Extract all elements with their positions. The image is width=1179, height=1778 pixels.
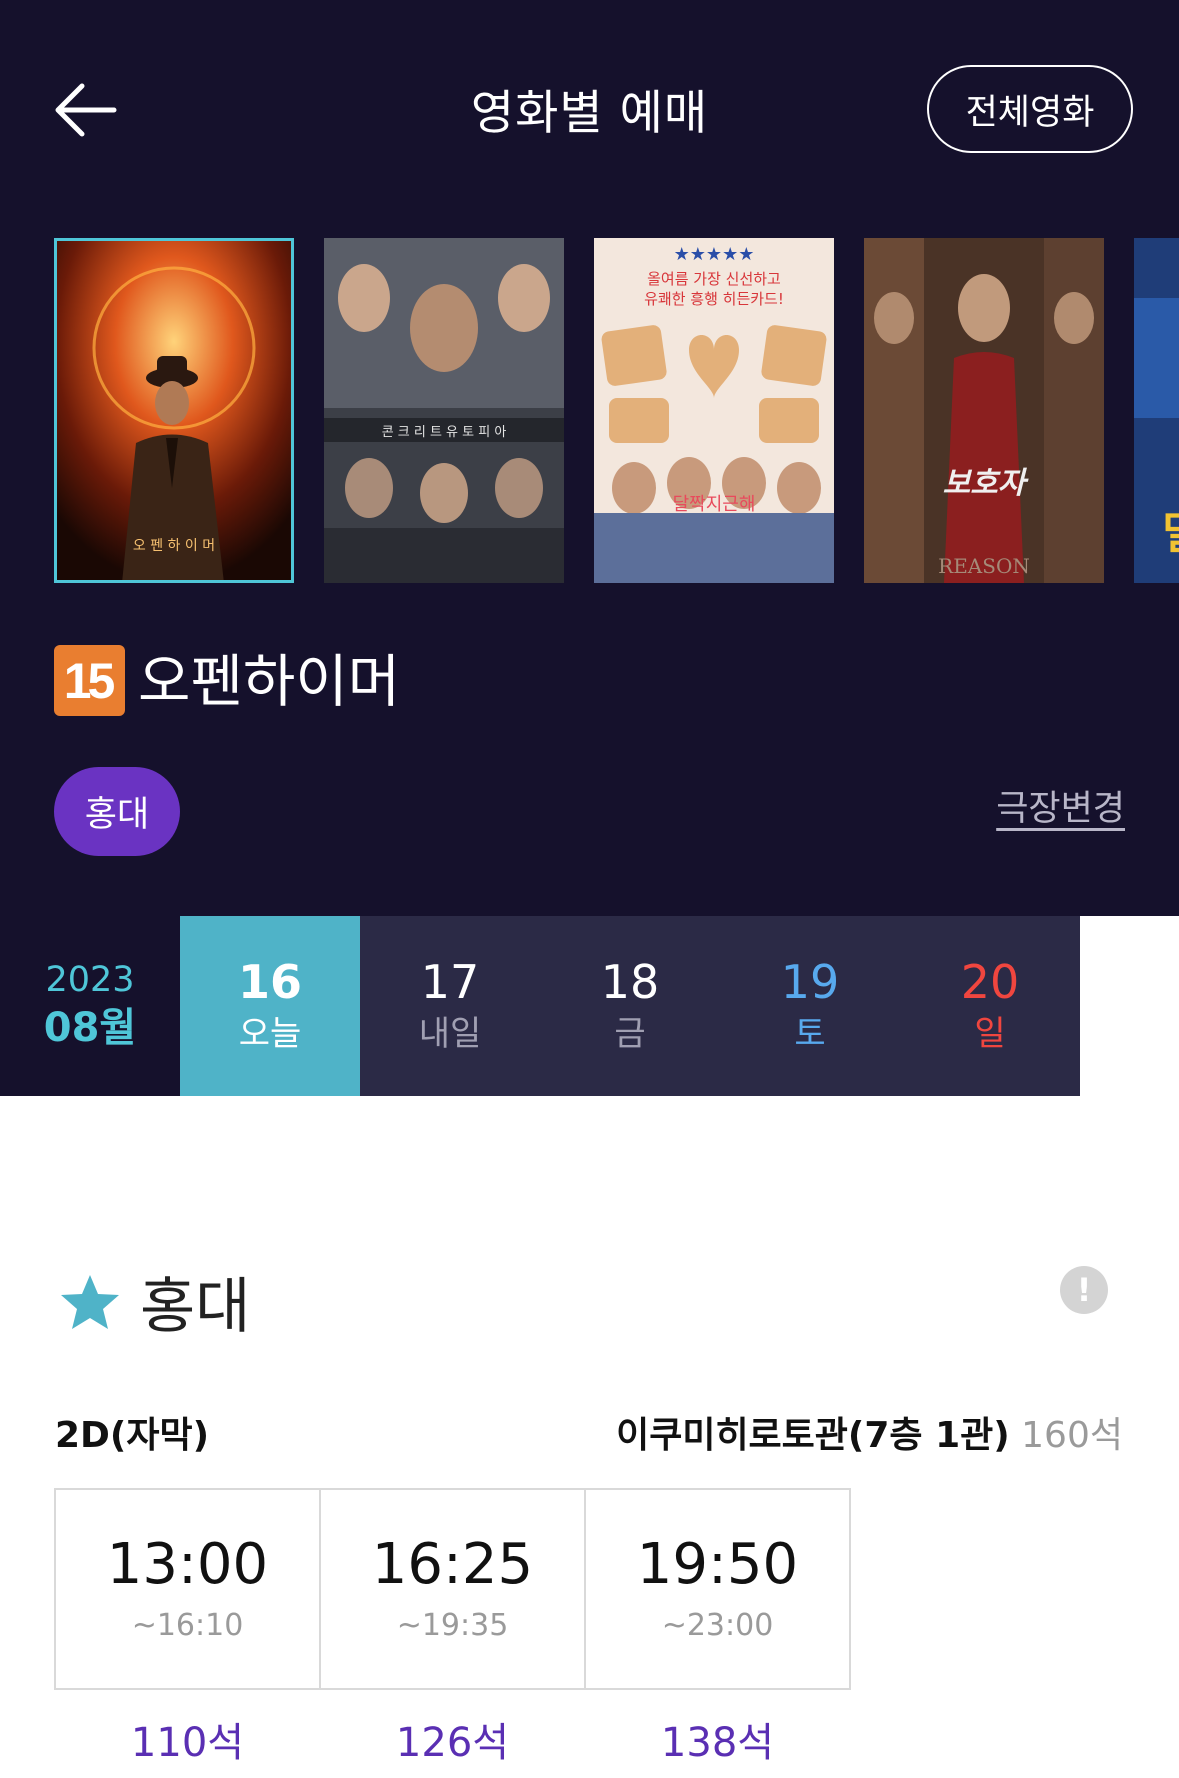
movie-title: 오펜하이머 [138, 649, 401, 715]
movie-poster-guardian[interactable]: 보호자 REASON [864, 238, 1104, 583]
svg-text:보호자: 보호자 [943, 466, 1029, 501]
remaining-seats: 138석 [660, 1720, 775, 1766]
remaining-seats: 110석 [130, 1720, 245, 1766]
start-time: 16:25 [371, 1532, 534, 1597]
hall-info: 이쿠미히로토관(7층 1관) 160석 [616, 1406, 1123, 1458]
poster-carousel[interactable]: 오 펜 하 이 머 콘 크 리 트 유 토 피 아 ★★★★★ 올여름 가장 신… [54, 238, 1179, 583]
date-19[interactable]: 19 토 [720, 916, 900, 1096]
showtime-list: 13:00 ~16:10 110석 16:25 ~19:35 126석 19:5… [54, 1488, 851, 1768]
change-theater-link[interactable]: 극장변경 [996, 780, 1125, 831]
star-icon[interactable] [58, 1272, 122, 1332]
movie-poster-partial[interactable]: 밀 [1134, 238, 1179, 583]
movie-poster-concrete-utopia[interactable]: 콘 크 리 트 유 토 피 아 [324, 238, 564, 583]
showtime-item: 13:00 ~16:10 110석 [54, 1488, 321, 1768]
poster-image: 밀 [1134, 238, 1179, 583]
date-number: 20 [960, 955, 1020, 1009]
svg-text:달짝지근해: 달짝지근해 [673, 494, 756, 515]
selected-theater-chip[interactable]: 홍대 [54, 767, 180, 856]
date-17[interactable]: 17 내일 [360, 916, 540, 1096]
date-18[interactable]: 18 금 [540, 916, 720, 1096]
screening-format: 2D(자막) [55, 1415, 210, 1456]
all-movies-button[interactable]: 전체영화 [927, 65, 1133, 153]
theater-name: 홍대 [140, 1272, 251, 1342]
hall-total-seats: 160석 [1021, 1415, 1123, 1456]
start-time: 13:00 [106, 1532, 269, 1597]
date-label: 내일 [418, 1014, 482, 1054]
end-time: ~23:00 [661, 1608, 774, 1643]
poster-image: 보호자 REASON [864, 238, 1104, 583]
start-time: 19:50 [636, 1532, 799, 1597]
svg-text:올여름 가장 신선하고: 올여름 가장 신선하고 [647, 270, 781, 288]
date-label: 금 [614, 1014, 646, 1054]
date-label: 오늘 [238, 1014, 302, 1054]
end-time: ~16:10 [131, 1608, 244, 1643]
remaining-seats: 126석 [395, 1720, 510, 1766]
date-label: 토 [794, 1014, 826, 1054]
date-16[interactable]: 16 오늘 [180, 916, 360, 1096]
poster-image: 오 펜 하 이 머 [54, 238, 294, 583]
poster-image: ★★★★★ 올여름 가장 신선하고 유쾌한 흥행 히든카드! 달짝지근해 [594, 238, 834, 583]
date-number: 19 [780, 955, 840, 1009]
svg-text:★★★★★: ★★★★★ [674, 244, 755, 265]
end-time: ~19:35 [396, 1608, 509, 1643]
svg-text:REASON: REASON [938, 554, 1030, 578]
age-rating-badge: 15 [54, 645, 125, 716]
hall-name: 이쿠미히로토관(7층 1관) [616, 1415, 1010, 1456]
svg-text:오 펜 하 이 머: 오 펜 하 이 머 [133, 538, 215, 554]
svg-text:유쾌한 흥행 히든카드!: 유쾌한 흥행 히든카드! [644, 290, 784, 308]
date-number: 17 [420, 955, 480, 1009]
info-icon[interactable]: ! [1060, 1266, 1108, 1314]
showtime-item: 19:50 ~23:00 138석 [584, 1488, 851, 1768]
year-text: 2023 [45, 960, 135, 1000]
movie-poster-oppenheimer[interactable]: 오 펜 하 이 머 [54, 238, 294, 583]
date-number: 18 [600, 955, 660, 1009]
svg-text:밀: 밀 [1162, 508, 1179, 559]
showtime-button[interactable]: 13:00 ~16:10 [54, 1488, 321, 1690]
showtime-button[interactable]: 19:50 ~23:00 [584, 1488, 851, 1690]
date-selector: 2023 08월 16 오늘 17 내일 18 금 19 토 20 일 [0, 916, 1080, 1096]
showtime-item: 16:25 ~19:35 126석 [319, 1488, 586, 1768]
month-text: 08월 [43, 1005, 137, 1051]
theater-header: 홍대 [58, 1258, 250, 1345]
movie-poster-comedy[interactable]: ★★★★★ 올여름 가장 신선하고 유쾌한 흥행 히든카드! 달짝지근해 [594, 238, 834, 583]
date-20[interactable]: 20 일 [900, 916, 1080, 1096]
svg-text:콘 크 리 트 유 토 피 아: 콘 크 리 트 유 토 피 아 [382, 425, 507, 440]
showtime-button[interactable]: 16:25 ~19:35 [319, 1488, 586, 1690]
poster-image: 콘 크 리 트 유 토 피 아 [324, 238, 564, 583]
date-number: 16 [237, 955, 302, 1009]
date-label: 일 [974, 1014, 1006, 1054]
month-label: 2023 08월 [0, 916, 180, 1096]
